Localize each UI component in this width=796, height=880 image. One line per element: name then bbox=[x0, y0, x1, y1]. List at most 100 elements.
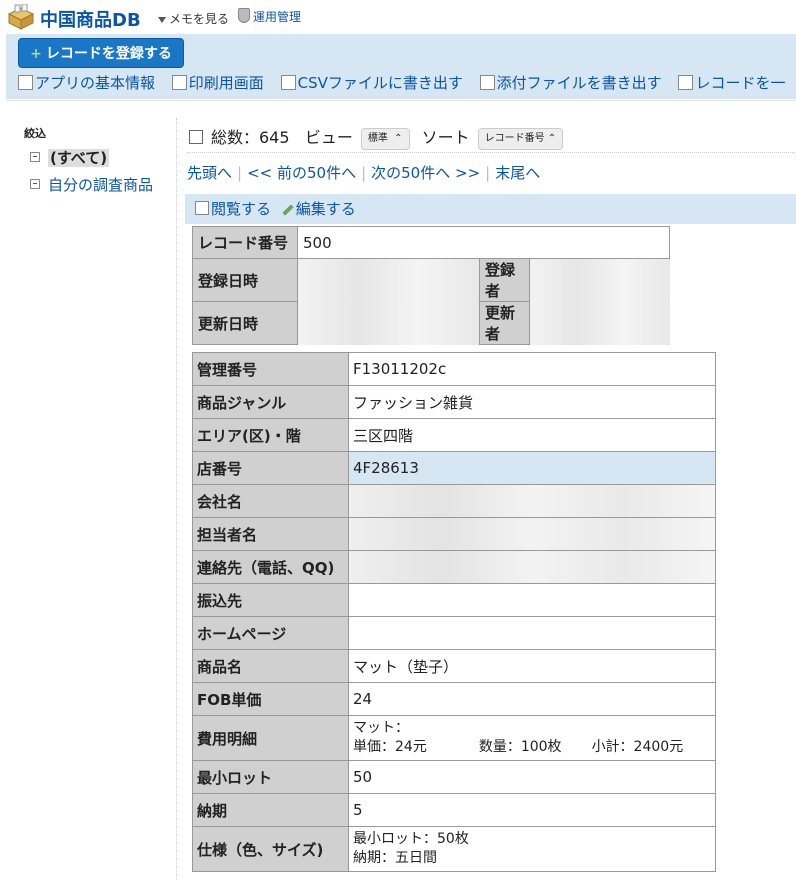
divider bbox=[6, 100, 796, 101]
record-fields-table: 管理番号 F13011202c 商品ジャンル ファッション雑貨 エリア(区)・階 三区… bbox=[192, 352, 716, 872]
pager: 先頭へ | << 前の50件へ | 次の50件へ >> | 末尾へ bbox=[187, 164, 541, 182]
prev-page-link[interactable]: << 前の50件へ bbox=[247, 164, 356, 182]
summary-row: 総数：645 ビュー 標準 ⌃ ソート レコード番号 ⌃ bbox=[189, 124, 575, 150]
cost-line: マット： bbox=[353, 720, 409, 736]
updated-by-value bbox=[529, 301, 670, 345]
field-row: 最小ロット 50 bbox=[192, 760, 716, 794]
field-value bbox=[348, 484, 716, 518]
attachments-export-link[interactable]: 添付ファイルを書き出す bbox=[479, 74, 662, 92]
quantity: 数量：100枚 bbox=[478, 739, 562, 755]
updated-at-value bbox=[297, 301, 480, 345]
field-row: 納期 5 bbox=[192, 793, 716, 827]
attachments-export-label: 添付ファイルを書き出す bbox=[496, 74, 662, 92]
field-label: 管理番号 bbox=[192, 352, 349, 386]
next-page-link[interactable]: 次の50件へ >> bbox=[371, 164, 480, 182]
filter-panel: 絞込 (すべて) 自分の調査商品 bbox=[24, 125, 174, 201]
field-value: 50 bbox=[348, 760, 716, 794]
pencil-icon bbox=[282, 204, 294, 216]
cost-line: 単価：24元 数量：100枚 小計：2400元 bbox=[353, 738, 711, 757]
app-info-link[interactable]: アプリの基本情報 bbox=[18, 74, 155, 92]
last-page-link[interactable]: 末尾へ bbox=[495, 164, 540, 182]
collapse-icon bbox=[30, 179, 40, 189]
filter-item-my-research[interactable]: 自分の調査商品 bbox=[30, 174, 174, 195]
field-label: 振込先 bbox=[192, 583, 349, 617]
field-row: ホームページ bbox=[192, 616, 716, 650]
document-icon bbox=[280, 75, 296, 90]
field-value bbox=[348, 583, 716, 617]
field-label: 担当者名 bbox=[192, 517, 349, 551]
edit-record-label: 編集する bbox=[295, 200, 356, 218]
ops-link[interactable]: 運用管理 bbox=[238, 8, 301, 25]
print-link[interactable]: 印刷用画面 bbox=[171, 74, 264, 92]
app-title[interactable]: 中国商品DB bbox=[40, 6, 141, 32]
field-row: 会社名 bbox=[192, 484, 716, 518]
record-number-value: 500 bbox=[297, 226, 670, 259]
field-label: 会社名 bbox=[192, 484, 349, 518]
sort-select-value: レコード番号 bbox=[484, 132, 545, 144]
print-label: 印刷用画面 bbox=[188, 74, 264, 92]
field-value: マット（垫子） bbox=[348, 649, 716, 683]
toolbar-links: アプリの基本情報 印刷用画面 CSVファイルに書き出す 添付ファイルを書き出す … bbox=[18, 72, 796, 93]
collapse-panel-icon[interactable] bbox=[189, 130, 203, 144]
app-header: 中国商品DB メモを見る 運用管理 bbox=[0, 0, 796, 34]
field-label: 納期 bbox=[192, 793, 349, 827]
edit-record-link[interactable]: 編集する bbox=[276, 200, 356, 218]
records-icon bbox=[678, 75, 694, 90]
app-info-label: アプリの基本情報 bbox=[35, 74, 156, 92]
first-page-link[interactable]: 先頭へ bbox=[187, 164, 232, 182]
meta-label: 登録者 bbox=[479, 258, 530, 302]
csv-export-link[interactable]: CSVファイルに書き出す bbox=[280, 74, 463, 92]
field-row: 振込先 bbox=[192, 583, 716, 617]
field-row: 管理番号 F13011202c bbox=[192, 352, 716, 386]
field-row: 担当者名 bbox=[192, 517, 716, 551]
view-record-label: 閲覧する bbox=[211, 200, 272, 218]
filter-item-label: 自分の調査商品 bbox=[48, 176, 154, 194]
meta-label: 更新者 bbox=[479, 301, 530, 345]
field-label: 費用明細 bbox=[192, 715, 349, 761]
register-record-button[interactable]: + レコードを登録する bbox=[18, 38, 184, 68]
field-label: FOB単価 bbox=[192, 682, 349, 716]
memo-link[interactable]: メモを見る bbox=[158, 10, 229, 27]
sort-label: ソート bbox=[421, 128, 470, 147]
record-action-bar: 閲覧する 編集する bbox=[185, 194, 796, 224]
field-value bbox=[348, 517, 716, 551]
record-more-link[interactable]: レコードを一 bbox=[678, 74, 785, 92]
filter-item-all[interactable]: (すべて) bbox=[30, 147, 174, 168]
register-label: レコードを登録する bbox=[45, 46, 172, 62]
field-value bbox=[348, 550, 716, 584]
plus-icon: + bbox=[30, 46, 42, 62]
meta-row: レコード番号 500 bbox=[192, 226, 670, 259]
subtotal: 小計：2400元 bbox=[591, 739, 684, 755]
field-label: 仕様（色、サイズ) bbox=[192, 826, 349, 872]
unit-price: 単価：24元 bbox=[353, 739, 427, 755]
field-value: F13011202c bbox=[348, 352, 716, 386]
app-box-icon bbox=[7, 4, 35, 30]
shield-icon bbox=[238, 8, 250, 23]
field-label: エリア(区)・階 bbox=[192, 418, 349, 452]
view-record-link[interactable]: 閲覧する bbox=[185, 200, 271, 218]
field-label: 連絡先（電話、QQ) bbox=[192, 550, 349, 584]
field-row: 商品ジャンル ファッション雑貨 bbox=[192, 385, 716, 419]
field-row: 商品名 マット（垫子） bbox=[192, 649, 716, 683]
spec-line: 納期：五日間 bbox=[353, 850, 437, 866]
field-value: 5 bbox=[348, 793, 716, 827]
printer-icon bbox=[171, 75, 187, 90]
total-count: 総数：645 bbox=[211, 128, 290, 147]
sort-select[interactable]: レコード番号 ⌃ bbox=[477, 127, 564, 150]
field-value: 最小ロット：50枚 納期：五日間 bbox=[348, 826, 716, 872]
field-row: 費用明細 マット： 単価：24元 数量：100枚 小計：2400元 bbox=[192, 715, 716, 761]
field-label: 店番号 bbox=[192, 451, 349, 485]
filter-item-label: (すべて) bbox=[48, 149, 110, 167]
meta-row: 登録日時 登録者 bbox=[192, 258, 670, 302]
field-label: 商品名 bbox=[192, 649, 349, 683]
field-label: 商品ジャンル bbox=[192, 385, 349, 419]
filter-heading: 絞込 bbox=[24, 127, 46, 140]
divider bbox=[187, 152, 796, 153]
created-by-value bbox=[529, 258, 670, 302]
field-value: マット： 単価：24元 数量：100枚 小計：2400元 bbox=[348, 715, 716, 761]
meta-label: 登録日時 bbox=[192, 258, 298, 302]
field-value: 三区四階 bbox=[348, 418, 716, 452]
created-at-value bbox=[297, 258, 480, 302]
view-select[interactable]: 標準 ⌃ bbox=[360, 127, 410, 150]
field-row: 店番号 4F28613 bbox=[192, 451, 716, 485]
